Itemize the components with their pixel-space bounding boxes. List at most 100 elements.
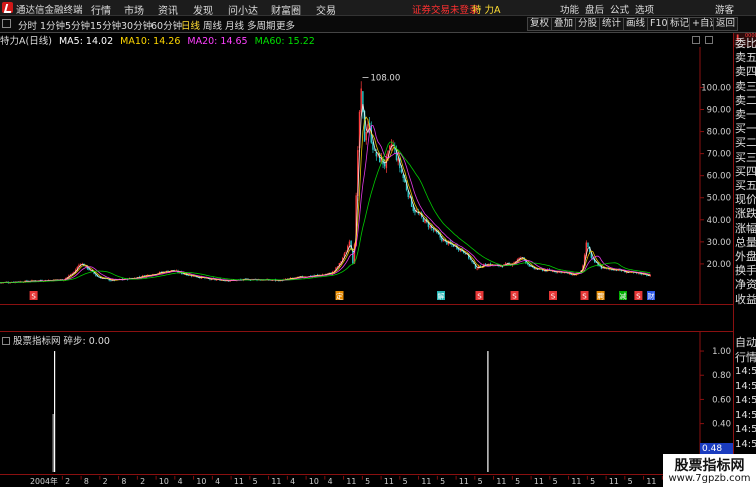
login-status[interactable]: 证券交易未登录 bbox=[412, 2, 479, 16]
date-axis-label: 11 bbox=[571, 477, 581, 486]
ma5-value: MA5: 14.02 bbox=[58, 36, 114, 47]
date-axis-label: 5 bbox=[478, 477, 483, 486]
price-axis-label: 70.00 bbox=[707, 150, 731, 160]
chart-period: (日线) bbox=[25, 36, 52, 47]
ma60-value: MA60: 15.22 bbox=[254, 36, 315, 47]
split-stock-button[interactable]: 分股 bbox=[575, 17, 601, 31]
tick-time: 14:50 bbox=[735, 409, 756, 421]
chart-settings-icon[interactable] bbox=[692, 36, 700, 44]
price-chart[interactable]: 20.00 30.00 40.00 50.00 60.00 70.00 80.00 90.00… bbox=[0, 33, 733, 305]
menu-discover[interactable]: 发现 bbox=[193, 2, 213, 17]
event-marker-label: S bbox=[582, 293, 587, 301]
price-axis-label: 50.00 bbox=[707, 194, 731, 204]
date-axis-label: 5 bbox=[440, 477, 445, 486]
date-axis-label: 8 bbox=[121, 477, 126, 486]
indicator-axis-label: 0.80 bbox=[712, 371, 731, 381]
indicator-chart[interactable]: 0.200.400.600.801.00 bbox=[0, 331, 733, 474]
menu-options[interactable]: 选项 bbox=[635, 2, 654, 16]
app-logo-icon bbox=[2, 2, 13, 13]
date-axis-label: 11 bbox=[234, 477, 244, 486]
date-axis-label: 5 bbox=[515, 477, 520, 486]
menu-news[interactable]: 资讯 bbox=[158, 2, 178, 17]
date-axis-label: 5 bbox=[253, 477, 258, 486]
event-marker-label: S bbox=[31, 293, 36, 301]
candle-body bbox=[476, 268, 478, 270]
quote-label: 收益 bbox=[735, 292, 756, 306]
candle-body bbox=[429, 225, 431, 228]
event-marker-label: S bbox=[477, 293, 482, 301]
draw-line-button[interactable]: 画线 bbox=[623, 17, 649, 31]
indicator-name[interactable]: 股票指标网 bbox=[13, 336, 61, 347]
quote-panel: L 000025 委比卖五卖四卖三卖二卖一买一买二买三买四买五现价涨跌涨幅总量外… bbox=[733, 33, 756, 487]
menu-trade[interactable]: 交易 bbox=[316, 2, 336, 17]
ma5-line bbox=[0, 104, 651, 284]
date-axis-label: 2 bbox=[65, 477, 70, 486]
event-marker-label: S bbox=[551, 293, 556, 301]
ma20-line bbox=[0, 125, 651, 284]
date-axis-label: 5 bbox=[553, 477, 558, 486]
date-axis-label: 4 bbox=[215, 477, 220, 486]
auto-label[interactable]: 自动 bbox=[735, 334, 756, 350]
date-axis-label: 11 bbox=[271, 477, 281, 486]
chart-expand-icon[interactable] bbox=[705, 36, 713, 44]
event-marker-label: 解 bbox=[438, 292, 445, 301]
period-15min[interactable]: 15分钟 bbox=[90, 18, 121, 32]
event-marker-label: 聘 bbox=[597, 292, 604, 301]
date-axis-label: 4 bbox=[328, 477, 333, 486]
event-marker-label: 定 bbox=[336, 292, 343, 301]
date-axis-label: 11 bbox=[609, 477, 619, 486]
ma60-line bbox=[0, 141, 651, 284]
indicator-value: 碎步: 0.00 bbox=[63, 336, 110, 347]
date-axis-label: 11 bbox=[496, 477, 506, 486]
period-monthly[interactable]: 月线 bbox=[225, 18, 244, 32]
date-axis-label: 10 bbox=[196, 477, 206, 486]
period-more[interactable]: 更多 bbox=[276, 18, 295, 32]
price-axis-label: 30.00 bbox=[707, 238, 731, 248]
indicator-axis-label: 1.00 bbox=[712, 347, 731, 357]
candle-body bbox=[110, 280, 112, 282]
title-stock-name: 特 力A bbox=[472, 5, 501, 16]
period-30min[interactable]: 30分钟 bbox=[121, 18, 152, 32]
chart-header: 特力A(日线) MA5: 14.02 MA10: 14.26 MA20: 14.… bbox=[0, 33, 700, 47]
period-daily[interactable]: 日线 bbox=[181, 18, 200, 32]
indicator-settings-icon[interactable] bbox=[2, 337, 10, 345]
period-intraday[interactable]: 分时 bbox=[18, 18, 37, 32]
ma10-value: MA10: 14.26 bbox=[120, 36, 181, 47]
title-bar: 通达信金融终端 行情 市场 资讯 发现 问小达 财富圈 交易 证券交易未登录 特… bbox=[0, 0, 756, 17]
period-5min[interactable]: 5分钟 bbox=[65, 18, 90, 32]
menu-ask-xiaoda[interactable]: 问小达 bbox=[228, 2, 258, 17]
ma20-value: MA20: 14.65 bbox=[187, 36, 248, 47]
date-axis-start: 2004年 bbox=[30, 476, 58, 486]
period-60min[interactable]: 60分钟 bbox=[151, 18, 182, 32]
expand-icon[interactable] bbox=[2, 19, 11, 28]
menu-wealth-circle[interactable]: 财富圈 bbox=[271, 2, 301, 17]
date-axis-label: 10 bbox=[159, 477, 169, 486]
menu-quotes[interactable]: 行情 bbox=[91, 2, 111, 17]
watermark-url: www.7gpzb.com bbox=[668, 473, 751, 484]
candle-body bbox=[587, 243, 589, 248]
date-axis-label: 5 bbox=[628, 477, 633, 486]
overlay-button[interactable]: 叠加 bbox=[551, 17, 577, 31]
period-1min[interactable]: 1分钟 bbox=[40, 18, 65, 32]
back-button[interactable]: 返回 bbox=[713, 17, 739, 31]
menu-formula[interactable]: 公式 bbox=[610, 2, 629, 16]
chart-stock-name: 特力A bbox=[0, 36, 26, 47]
menu-market[interactable]: 市场 bbox=[124, 2, 144, 17]
max-price-label: 108.00 bbox=[371, 73, 401, 83]
event-marker-label: 财 bbox=[648, 292, 655, 301]
menu-after-hours[interactable]: 盘后 bbox=[585, 2, 604, 16]
date-axis-label: 5 bbox=[403, 477, 408, 486]
candle-body bbox=[360, 88, 362, 113]
restore-rights-button[interactable]: 复权 bbox=[527, 17, 553, 31]
period-multi[interactable]: 多周期 bbox=[247, 18, 276, 32]
period-weekly[interactable]: 周线 bbox=[203, 18, 222, 32]
statistics-button[interactable]: 统计 bbox=[599, 17, 625, 31]
menu-functions[interactable]: 功能 bbox=[560, 2, 579, 16]
date-axis-label: 2 bbox=[103, 477, 108, 486]
quotes-label[interactable]: 行情 bbox=[735, 349, 756, 365]
price-axis-label: 80.00 bbox=[707, 128, 731, 138]
guest-user[interactable]: 游客 bbox=[715, 2, 734, 16]
date-axis-label: 4 bbox=[178, 477, 183, 486]
price-axis-label: 60.00 bbox=[707, 172, 731, 182]
period-toolbar: 分时 1分钟 5分钟 15分钟 30分钟 60分钟 日线 周线 月线 多周期 更… bbox=[0, 16, 756, 33]
